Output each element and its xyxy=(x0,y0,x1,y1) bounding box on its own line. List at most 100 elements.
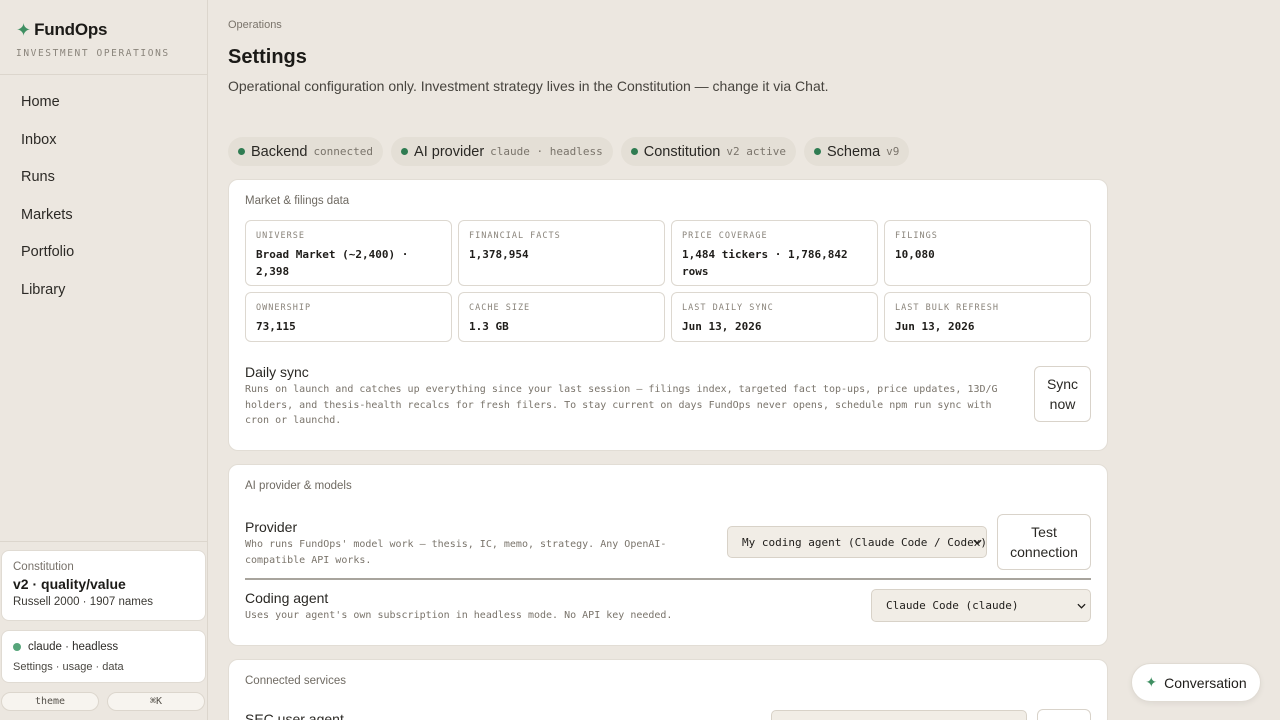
status-pill-constitution: Constitution v2 active xyxy=(620,137,796,166)
nav-item-label: Runs xyxy=(21,169,55,186)
stat-cache-size: CACHE SIZE 1.3 GB xyxy=(458,292,665,342)
constitution-title: v2 · quality/value xyxy=(13,576,126,592)
daily-sync-title: Daily sync xyxy=(245,364,309,380)
sec-user-agent-input[interactable] xyxy=(771,710,1027,720)
connected-services-card: Connected services SEC user agent xyxy=(228,659,1108,720)
stat-label: LAST BULK REFRESH xyxy=(895,303,999,313)
select-value: My coding agent (Claude Code / Codex) xyxy=(742,535,987,549)
agent-links: Settings · usage · data xyxy=(13,661,124,673)
nav-item-label: Portfolio xyxy=(21,244,75,261)
stat-financial-facts: FINANCIAL FACTS 1,378,954 xyxy=(458,220,665,286)
status-pill-ai-provider: AI provider claude · headless xyxy=(391,137,613,166)
sidebar-divider xyxy=(0,541,208,542)
status-dot-icon xyxy=(238,148,245,155)
agent-status: claude · headless xyxy=(28,641,119,653)
card-title: Market & filings data xyxy=(245,195,350,207)
stat-label: FINANCIAL FACTS xyxy=(469,231,561,241)
pill-value: claude · headless xyxy=(490,145,603,158)
chevron-down-icon xyxy=(1077,603,1086,609)
nav-item-label: Library xyxy=(21,281,66,298)
sec-save-button[interactable] xyxy=(1037,709,1091,720)
nav-item-label: Inbox xyxy=(21,131,57,148)
command-palette-button[interactable]: ⌘K xyxy=(107,692,205,711)
conversation-label: Conversation xyxy=(1164,674,1247,691)
brand-row[interactable]: ✦ FundOps xyxy=(16,20,191,40)
stat-value: Broad Market (~2,400) · 2,398 xyxy=(256,248,409,278)
stat-value: Jun 13, 2026 xyxy=(682,320,762,333)
status-pills: Backend connected AI provider claude · h… xyxy=(228,137,910,166)
nav-item-label: Home xyxy=(21,94,60,110)
pill-label: Constitution xyxy=(643,143,721,160)
pill-label: AI provider xyxy=(414,143,485,160)
pill-value: connected xyxy=(313,145,374,158)
theme-button[interactable]: theme xyxy=(1,692,99,711)
conversation-button[interactable]: ✦ Conversation xyxy=(1131,663,1261,702)
button-label: connection xyxy=(1010,544,1078,560)
provider-select[interactable]: My coding agent (Claude Code / Codex) xyxy=(727,526,987,558)
stat-last-bulk-refresh: LAST BULK REFRESH Jun 13, 2026 xyxy=(884,292,1091,342)
stat-filings: FILINGS 10,080 xyxy=(884,220,1091,286)
pill-label: Backend xyxy=(251,143,308,160)
status-dot-icon xyxy=(13,643,21,651)
stat-ownership: OWNERSHIP 73,115 xyxy=(245,292,452,342)
coding-agent-select[interactable]: Claude Code (claude) xyxy=(871,589,1091,622)
pill-value: v9 xyxy=(886,145,900,158)
ai-provider-card: AI provider & models Provider Who runs F… xyxy=(228,464,1108,646)
divider xyxy=(245,578,1091,580)
chevron-down-icon xyxy=(973,539,982,545)
stat-label: FILINGS xyxy=(895,231,938,241)
nav-item-portfolio[interactable]: Portfolio xyxy=(0,242,207,280)
market-data-card: Market & filings data UNIVERSE Broad Mar… xyxy=(228,179,1108,451)
button-label: now xyxy=(1049,396,1076,412)
daily-sync-row: Daily sync Runs on launch and catches up… xyxy=(245,364,1005,429)
coding-agent-label: Coding agent xyxy=(245,590,329,606)
page-description: Operational configuration only. Investme… xyxy=(228,78,829,94)
card-title: Connected services xyxy=(245,675,346,687)
page-title: Settings xyxy=(228,46,307,68)
button-label: Sync xyxy=(1046,376,1079,392)
nav-item-library[interactable]: Library xyxy=(0,280,207,318)
constitution-label: Constitution xyxy=(13,561,74,573)
stat-value: Jun 13, 2026 xyxy=(895,320,975,333)
nav-item-markets[interactable]: Markets xyxy=(0,205,207,243)
brand: ✦ FundOps INVESTMENT OPERATIONS xyxy=(0,0,207,75)
sparkle-icon: ✦ xyxy=(1145,674,1158,690)
status-dot-icon xyxy=(630,148,638,155)
constitution-card[interactable]: Constitution v2 · quality/value Russell … xyxy=(1,550,206,621)
stat-universe: UNIVERSE Broad Market (~2,400) · 2,398 xyxy=(245,220,452,286)
stat-label: UNIVERSE xyxy=(256,231,305,241)
stat-value: 10,080 xyxy=(895,248,935,261)
nav-item-home[interactable]: Home xyxy=(0,92,207,130)
constitution-meta: Russell 2000 · 1907 names xyxy=(13,596,153,608)
brand-name: FundOps xyxy=(34,20,108,39)
test-connection-button[interactable]: Test connection xyxy=(997,514,1091,570)
breadcrumb[interactable]: Operations xyxy=(228,19,282,31)
agent-status-card[interactable]: claude · headless Settings · usage · dat… xyxy=(1,630,206,683)
daily-sync-description: Runs on launch and catches up everything… xyxy=(245,384,998,426)
coding-agent-row: Coding agent Uses your agent's own subsc… xyxy=(245,590,805,624)
stat-grid: UNIVERSE Broad Market (~2,400) · 2,398 F… xyxy=(245,220,1091,342)
nav-item-runs[interactable]: Runs xyxy=(0,167,207,205)
provider-row: Provider Who runs FundOps' model work — … xyxy=(245,519,685,568)
status-pill-schema: Schema v9 xyxy=(803,137,910,166)
stat-value: 1,484 tickers · 1,786,842 rows xyxy=(682,248,848,278)
coding-agent-description: Uses your agent's own subscription in he… xyxy=(245,610,673,621)
stat-last-daily-sync: LAST DAILY SYNC Jun 13, 2026 xyxy=(671,292,878,342)
stat-value: 73,115 xyxy=(256,320,296,333)
status-pill-backend: Backend connected xyxy=(228,137,384,166)
provider-description: Who runs FundOps' model work — thesis, I… xyxy=(245,539,667,566)
sync-now-button[interactable]: Sync now xyxy=(1034,366,1091,422)
stat-value: 1.3 GB xyxy=(469,320,509,333)
nav-item-label: Markets xyxy=(21,206,73,223)
stat-label: PRICE COVERAGE xyxy=(682,231,768,241)
pill-value: v2 active xyxy=(726,145,786,158)
sec-user-agent-label: SEC user agent xyxy=(245,711,344,720)
pill-label: Schema xyxy=(826,143,881,160)
card-title: AI provider & models xyxy=(245,480,352,492)
button-label: Test xyxy=(1031,524,1057,540)
brand-subtitle: INVESTMENT OPERATIONS xyxy=(16,48,170,59)
stat-label: OWNERSHIP xyxy=(256,303,312,313)
status-dot-icon xyxy=(401,148,409,155)
provider-label: Provider xyxy=(245,519,298,535)
nav-item-inbox[interactable]: Inbox xyxy=(0,130,207,168)
